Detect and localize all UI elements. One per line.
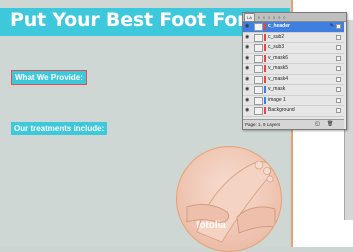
layer-name: v_mask5: [268, 65, 289, 71]
layer-color-swatch: [264, 86, 266, 93]
layer-target[interactable]: [336, 55, 341, 61]
lock-toggle[interactable]: [254, 33, 263, 42]
layer-name: v_mask6: [268, 54, 289, 61]
eye-icon[interactable]: ◉: [245, 87, 249, 92]
layers-count-text: Page: 1, 9 Layers: [245, 122, 281, 127]
eye-icon[interactable]: ◉: [245, 97, 249, 103]
lock-toggle[interactable]: [254, 96, 263, 105]
lock-toggle[interactable]: [254, 75, 263, 84]
lock-toggle[interactable]: [254, 44, 263, 52]
pen-icon: ✎: [329, 23, 334, 29]
eye-icon[interactable]: ◉: [245, 45, 249, 50]
eye-icon[interactable]: ◉: [245, 76, 249, 82]
lock-toggle[interactable]: [254, 65, 263, 73]
layer-color-swatch: [264, 107, 266, 114]
layer-row[interactable]: ◉ c_sub3: [243, 43, 344, 54]
layer-row[interactable]: ◉ c_header ✎: [243, 22, 344, 33]
panel-tab-icons[interactable]: ◊ ◊ ◊ ◊ ◊ ◊: [258, 14, 286, 21]
layers-panel[interactable]: LA ◊ ◊ ◊ ◊ ◊ ◊ ◉ c_header ✎ ◉ c_sub2 ◉ c…: [242, 12, 347, 130]
lock-toggle[interactable]: [254, 23, 263, 31]
layer-row[interactable]: ◉ v_mask5: [243, 64, 344, 75]
layer-color-swatch: [264, 54, 266, 62]
layer-color-swatch: [264, 33, 266, 41]
layer-row[interactable]: ◉ v_mask: [243, 85, 344, 96]
layer-row[interactable]: ◉ c_sub2: [243, 33, 344, 43]
layer-name: v_mask4: [268, 75, 289, 82]
layer-row[interactable]: ◉ v_mask4: [243, 75, 344, 85]
lock-toggle[interactable]: [254, 86, 263, 94]
layer-target[interactable]: [336, 97, 341, 103]
layer-name: v_mask: [268, 86, 286, 92]
lock-toggle[interactable]: [254, 107, 263, 115]
layer-color-swatch: [264, 96, 266, 104]
layer-color-swatch: [264, 75, 266, 83]
section-label-what-we-provide[interactable]: What We Provide:: [11, 70, 87, 85]
layer-name: c_header: [268, 23, 290, 29]
layers-list: ◉ c_header ✎ ◉ c_sub2 ◉ c_sub3 ◉ v_mask6: [243, 22, 344, 117]
layer-name: Background: [268, 107, 295, 113]
layer-row[interactable]: ◉ image 1: [243, 96, 344, 106]
layer-target[interactable]: [336, 108, 341, 113]
layer-color-swatch: [264, 23, 266, 30]
lock-toggle[interactable]: [254, 54, 263, 63]
eye-icon[interactable]: ◉: [245, 108, 249, 113]
eye-icon[interactable]: ◉: [245, 66, 249, 71]
layer-name: c_sub3: [268, 44, 285, 50]
layer-target[interactable]: [336, 76, 341, 82]
layer-name: c_sub2: [268, 33, 285, 40]
layer-row[interactable]: ◉ Background: [243, 106, 344, 117]
layers-panel-footer: Page: 1, 9 Layers ◱ 🗑: [243, 119, 344, 129]
layer-row[interactable]: ◉ v_mask6: [243, 54, 344, 64]
layers-panel-tabs: LA ◊ ◊ ◊ ◊ ◊ ◊: [243, 13, 346, 22]
eye-icon[interactable]: ◉: [245, 55, 249, 61]
layer-color-swatch: [264, 44, 266, 51]
eye-icon[interactable]: ◉: [245, 34, 249, 40]
section-label-treatments[interactable]: Our treatments include:: [11, 122, 108, 135]
layer-target[interactable]: [336, 66, 341, 71]
tab-layers[interactable]: LA: [244, 13, 255, 21]
layer-target[interactable]: [336, 24, 341, 29]
layer-target[interactable]: [336, 34, 341, 40]
layer-color-swatch: [264, 65, 266, 72]
eye-icon[interactable]: ◉: [245, 24, 249, 29]
foot-image[interactable]: [176, 146, 282, 252]
watermark-text: fotolia: [196, 220, 226, 231]
layer-target[interactable]: [336, 45, 341, 50]
trash-icon[interactable]: 🗑: [327, 122, 333, 127]
layer-target[interactable]: [336, 87, 341, 92]
foot-illustration: [186, 160, 276, 243]
layer-name: image 1: [268, 96, 286, 103]
new-layer-icon[interactable]: ◱: [315, 122, 320, 127]
